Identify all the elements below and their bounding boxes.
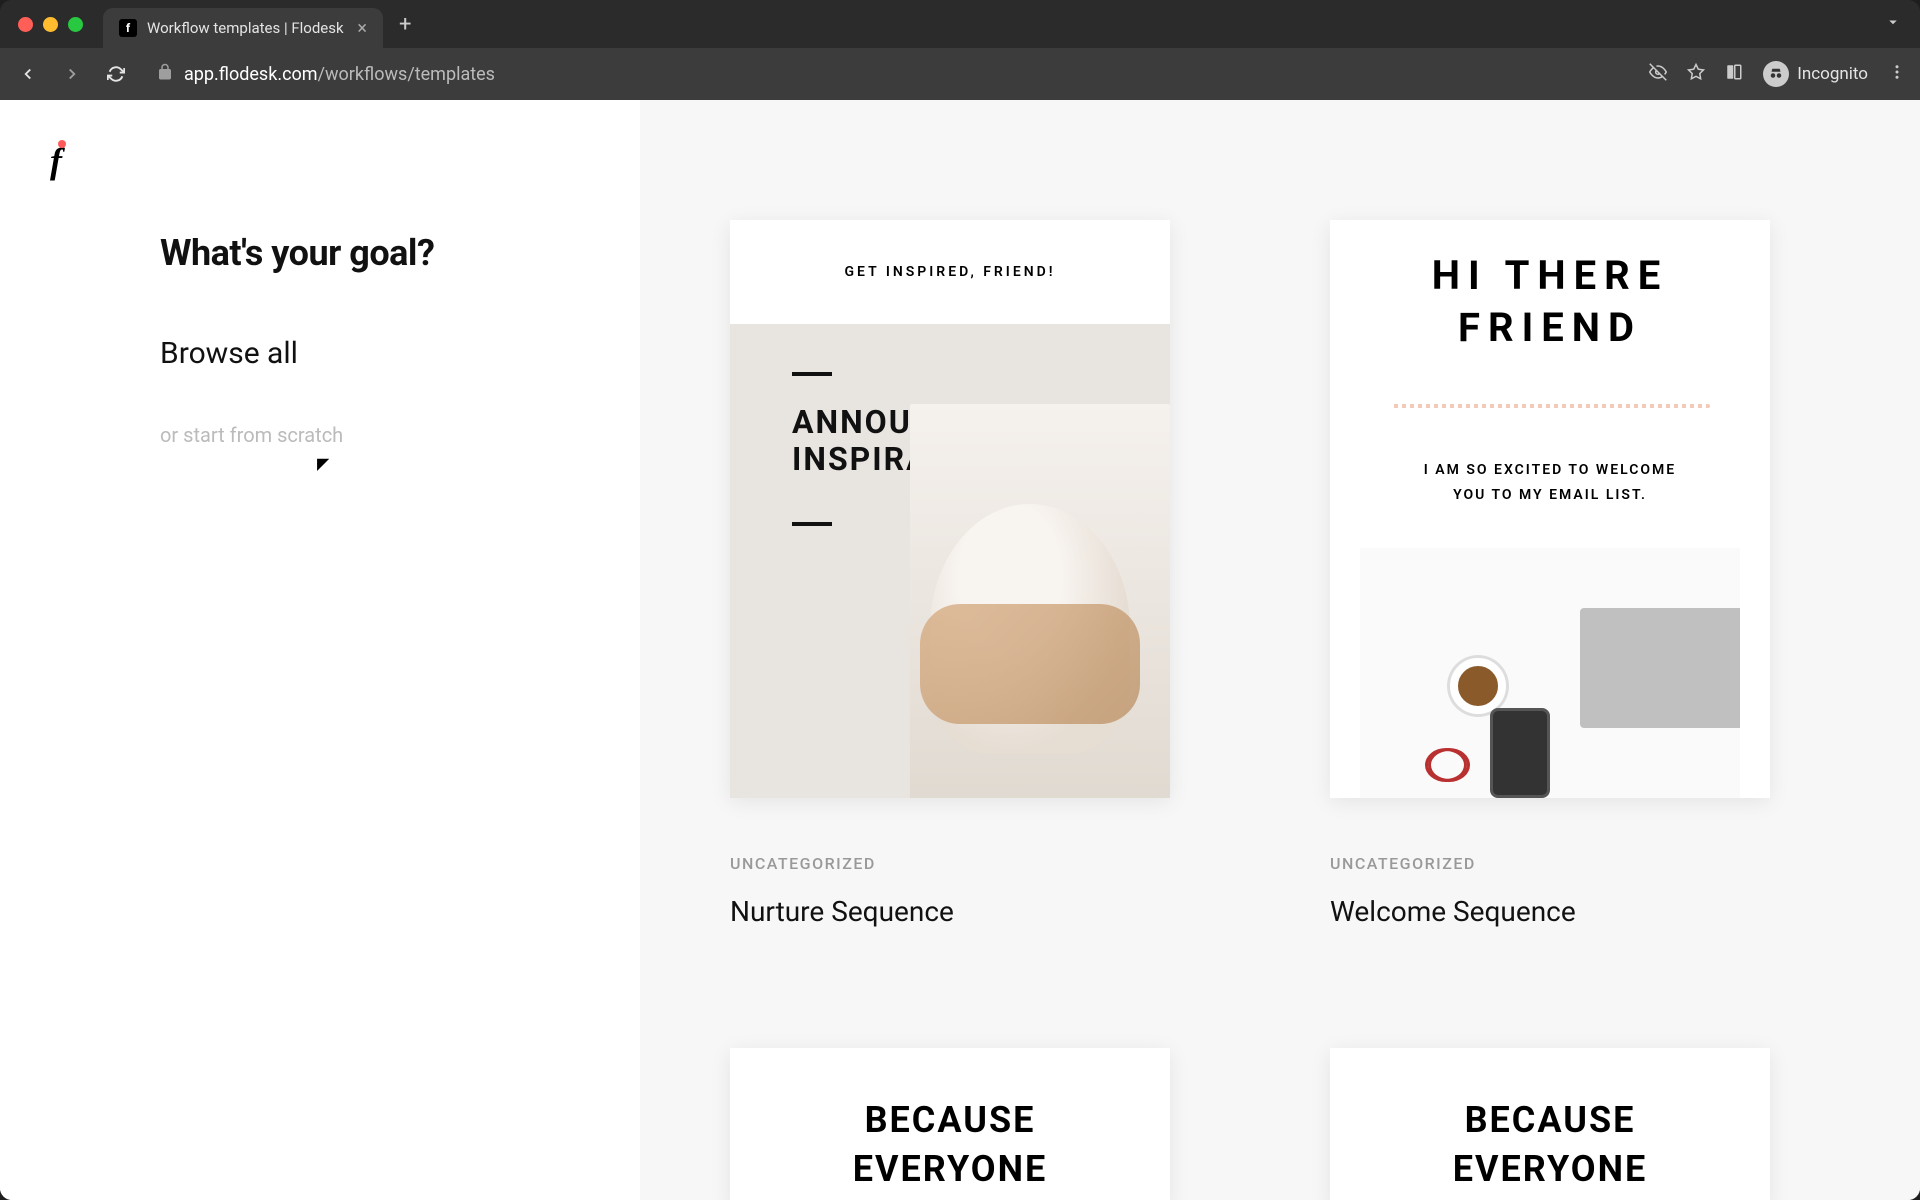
cursor-icon: ◤ — [317, 454, 329, 473]
close-window-button[interactable] — [18, 17, 33, 32]
preview-image — [1360, 548, 1740, 798]
template-category: UNCATEGORIZED — [730, 854, 1230, 873]
preview-tag: GET INSPIRED, FRIEND! — [730, 220, 1170, 324]
extensions-icon[interactable] — [1725, 63, 1743, 85]
forward-button[interactable] — [58, 60, 86, 88]
reload-button[interactable] — [102, 60, 130, 88]
window-dropdown-icon[interactable] — [1884, 13, 1902, 35]
sidebar: f What's your goal? Browse all or start … — [0, 100, 640, 1200]
template-title: Nurture Sequence — [730, 895, 1230, 928]
address-bar[interactable]: app.flodesk.com/workflows/templates — [146, 63, 1633, 85]
window-titlebar: f Workflow templates | Flodesk × + — [0, 0, 1920, 48]
template-preview[interactable]: HI THERE FRIEND I AM SO EXCITED TO WELCO… — [1330, 220, 1770, 798]
template-category: UNCATEGORIZED — [1330, 854, 1830, 873]
template-preview[interactable]: BECAUSE EVERYONE LOVES A FREEBIE... — [730, 1048, 1170, 1200]
tab-title: Workflow templates | Flodesk — [147, 19, 344, 37]
tab-favicon-icon: f — [119, 19, 137, 37]
url-bar: app.flodesk.com/workflows/templates Inco… — [0, 48, 1920, 100]
maximize-window-button[interactable] — [68, 17, 83, 32]
incognito-label: Incognito — [1797, 64, 1868, 84]
divider-line — [792, 372, 832, 376]
wave-divider — [1390, 404, 1710, 408]
bookmark-star-icon[interactable] — [1687, 63, 1705, 85]
template-card-freebie-1[interactable]: BECAUSE EVERYONE LOVES A FREEBIE... — [730, 1048, 1230, 1200]
minimize-window-button[interactable] — [43, 17, 58, 32]
flodesk-logo[interactable]: f — [50, 140, 74, 172]
browse-all-link[interactable]: Browse all — [160, 336, 590, 371]
template-card-freebie-2[interactable]: BECAUSE EVERYONE LOVES A FREEBIE... — [1330, 1048, 1830, 1200]
template-card-nurture[interactable]: GET INSPIRED, FRIEND! ANNOUNCING MY NEW … — [730, 220, 1230, 928]
menu-dots-icon[interactable] — [1888, 63, 1906, 85]
preview-headline: HI THERE FRIEND — [1370, 250, 1730, 354]
new-tab-button[interactable]: + — [399, 12, 411, 37]
template-preview[interactable]: BECAUSE EVERYONE LOVES A FREEBIE... — [1330, 1048, 1770, 1200]
back-button[interactable] — [14, 60, 42, 88]
eye-off-icon[interactable] — [1649, 63, 1667, 85]
preview-headline: BECAUSE EVERYONE LOVES A FREEBIE... — [1390, 1096, 1710, 1200]
templates-area: GET INSPIRED, FRIEND! ANNOUNCING MY NEW … — [640, 100, 1920, 1200]
browser-tab[interactable]: f Workflow templates | Flodesk × — [103, 8, 383, 48]
incognito-icon — [1763, 61, 1789, 87]
template-title: Welcome Sequence — [1330, 895, 1830, 928]
template-preview[interactable]: GET INSPIRED, FRIEND! ANNOUNCING MY NEW … — [730, 220, 1170, 798]
page-title: What's your goal? — [160, 232, 590, 274]
preview-image — [910, 404, 1170, 798]
preview-headline: BECAUSE EVERYONE LOVES A FREEBIE... — [790, 1096, 1110, 1200]
preview-subtext: I AM SO EXCITED TO WELCOME YOU TO MY EMA… — [1370, 458, 1730, 508]
lock-icon — [156, 63, 174, 85]
start-from-scratch-link[interactable]: or start from scratch — [160, 423, 590, 447]
incognito-badge[interactable]: Incognito — [1763, 61, 1868, 87]
url-text: app.flodesk.com/workflows/templates — [184, 64, 495, 85]
close-tab-icon[interactable]: × — [357, 18, 367, 39]
window-controls — [18, 17, 83, 32]
template-card-welcome[interactable]: HI THERE FRIEND I AM SO EXCITED TO WELCO… — [1330, 220, 1830, 928]
divider-line — [792, 522, 832, 526]
